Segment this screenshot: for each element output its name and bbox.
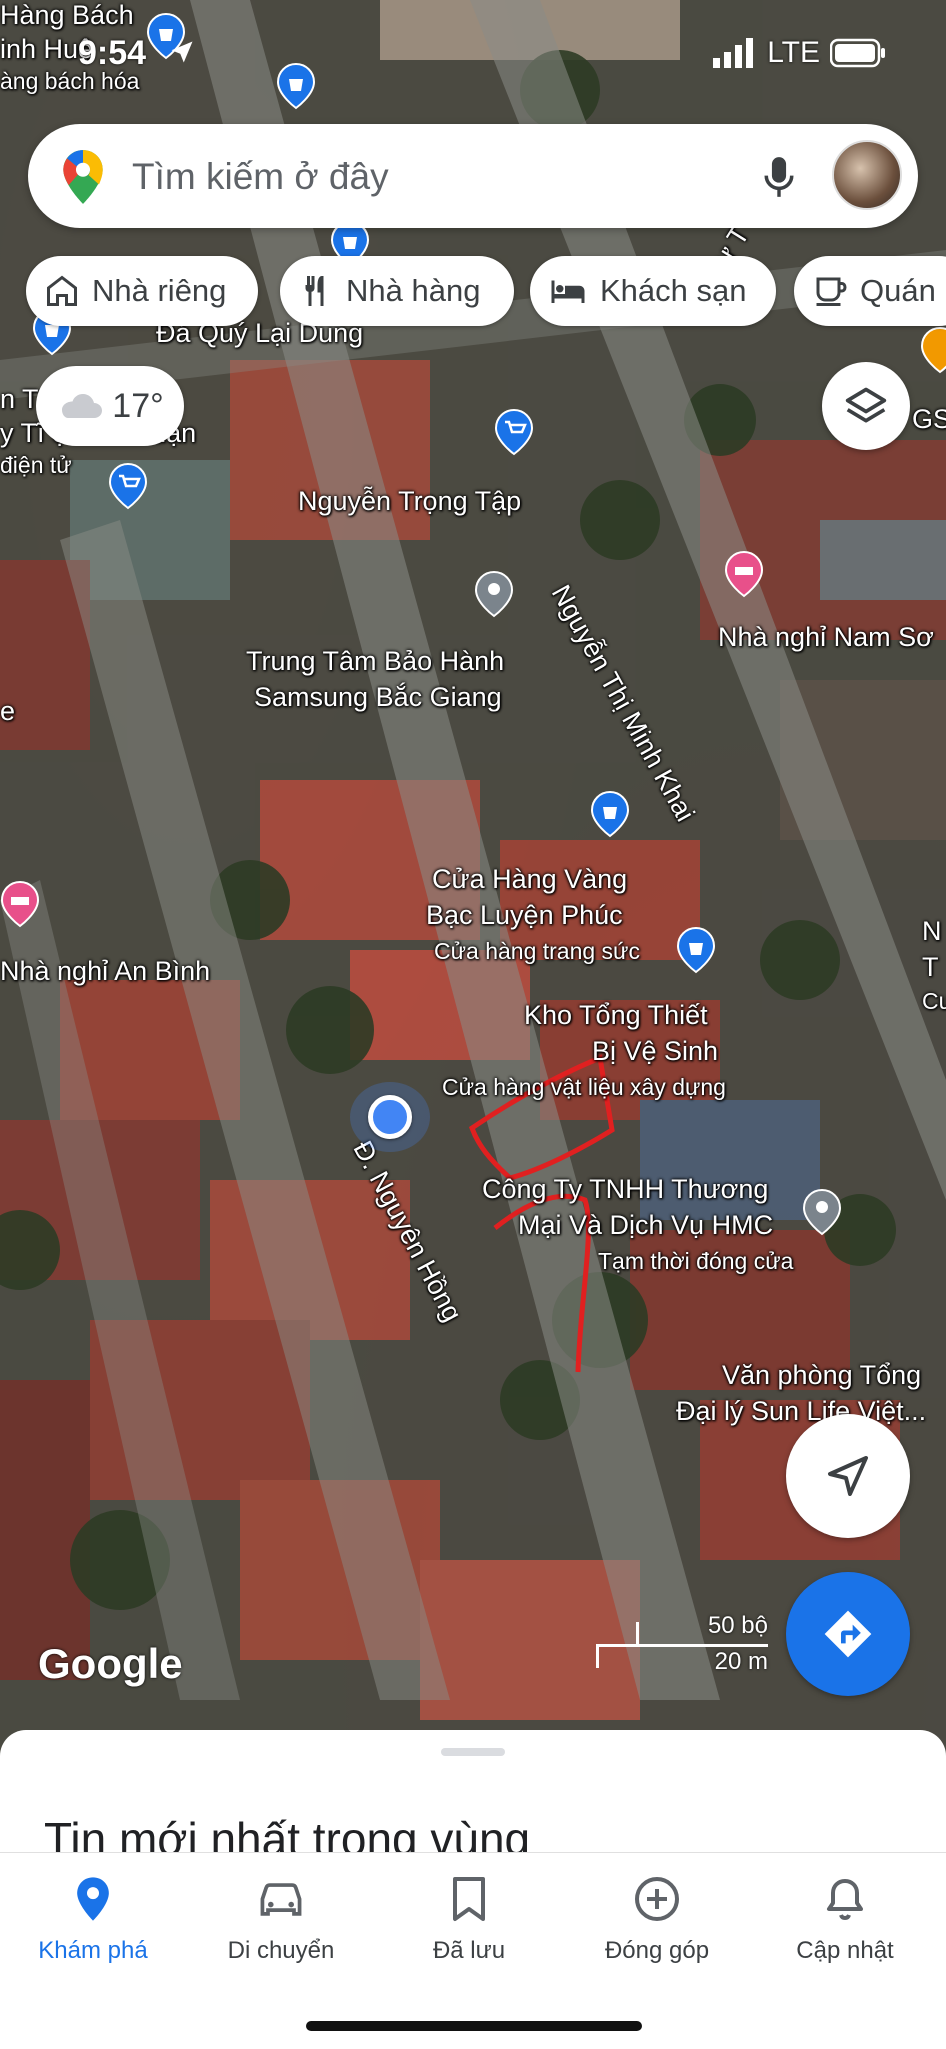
map-label[interactable]: Cửa Hàng Vàng bbox=[432, 864, 627, 895]
nav-label: Đã lưu bbox=[432, 1937, 506, 1964]
nav-commute[interactable]: Di chuyển bbox=[186, 1875, 376, 1965]
map-label[interactable]: GS bbox=[912, 404, 946, 435]
status-time: 9:54 bbox=[78, 34, 147, 72]
map-label[interactable]: điện tử bbox=[0, 452, 72, 479]
chip-label: Nhà hàng bbox=[346, 273, 481, 308]
sheet-drag-handle[interactable] bbox=[441, 1748, 505, 1756]
hotel-icon bbox=[551, 280, 585, 303]
nav-label: Đóng góp bbox=[604, 1937, 710, 1964]
cloud-icon bbox=[62, 394, 103, 418]
cart-pin-icon[interactable] bbox=[108, 462, 148, 510]
scale-metric: 20 m bbox=[714, 1648, 768, 1675]
map-label[interactable]: Nhà nghỉ An Bình bbox=[0, 956, 210, 987]
place-pin-icon[interactable] bbox=[474, 570, 514, 618]
bottom-navigation: Khám phá Di chuyển Đã lưu Đóng góp Cập n… bbox=[0, 1852, 946, 2049]
layers-button[interactable] bbox=[822, 362, 910, 450]
maps-logo-icon bbox=[63, 150, 103, 204]
map-label[interactable]: n T bbox=[0, 384, 39, 415]
map-label[interactable]: e bbox=[0, 696, 15, 727]
home-indicator bbox=[306, 2021, 642, 2031]
map-label[interactable]: Samsung Bắc Giang bbox=[254, 682, 502, 713]
map-label[interactable]: Nguyễn Trọng Tập bbox=[298, 486, 521, 517]
nav-updates[interactable]: Cập nhật bbox=[750, 1875, 940, 1965]
layers-icon bbox=[845, 387, 887, 423]
nav-label: Di chuyển bbox=[227, 1937, 335, 1964]
chip-restaurants[interactable]: Nhà hàng bbox=[280, 256, 514, 326]
map-label[interactable]: Nhà nghỉ Nam Sơ bbox=[718, 622, 934, 653]
map-label[interactable]: Cửa hàng vật liệu xây dựng bbox=[442, 1074, 726, 1101]
nav-saved[interactable]: Đã lưu bbox=[374, 1875, 564, 1965]
my-location-button[interactable] bbox=[786, 1414, 910, 1538]
map-label[interactable]: Tạm thời đóng cửa bbox=[598, 1248, 793, 1275]
scale-imperial: 50 bộ bbox=[707, 1612, 768, 1639]
chip-hotels[interactable]: Khách sạn bbox=[530, 256, 776, 326]
status-bar: 9:54 LTE bbox=[0, 0, 946, 110]
map-label[interactable]: Bị Vệ Sinh bbox=[592, 1036, 718, 1067]
microphone-icon[interactable] bbox=[762, 154, 796, 200]
restaurant-icon bbox=[305, 276, 324, 306]
map-label[interactable]: Mại Và Dịch Vụ HMC bbox=[518, 1210, 773, 1241]
map-label[interactable]: Trung Tâm Bảo Hành bbox=[246, 646, 504, 677]
map-label[interactable]: Đại lý Sun Life Việt... bbox=[676, 1396, 926, 1427]
avatar[interactable] bbox=[832, 140, 902, 210]
map-label[interactable]: Cu bbox=[922, 988, 946, 1015]
search-bar[interactable]: Tìm kiếm ở đây bbox=[28, 124, 918, 228]
chip-label: Nhà riêng bbox=[92, 273, 227, 308]
car-icon bbox=[260, 1883, 302, 1916]
signal-icon bbox=[713, 38, 754, 68]
bell-icon bbox=[827, 1879, 863, 1921]
weather-badge[interactable]: 17° bbox=[36, 366, 184, 446]
nav-label: Cập nhật bbox=[796, 1937, 894, 1964]
map-label[interactable]: Bạc Luyện Phúc bbox=[426, 900, 623, 931]
temperature: 17° bbox=[112, 386, 164, 425]
network-type: LTE bbox=[767, 36, 820, 69]
map-label[interactable]: Kho Tổng Thiết bbox=[524, 1000, 708, 1031]
google-logo: Google bbox=[38, 1640, 183, 1687]
map-label[interactable]: Công Ty TNHH Thương bbox=[482, 1174, 768, 1205]
current-location-dot bbox=[350, 1082, 430, 1152]
shopping-pin-icon[interactable] bbox=[590, 790, 630, 838]
map-label[interactable]: T bbox=[922, 952, 939, 983]
map-label[interactable]: N bbox=[922, 916, 942, 947]
directions-icon bbox=[824, 1610, 872, 1658]
shopping-pin-icon[interactable] bbox=[676, 926, 716, 974]
cafe-pin-icon[interactable] bbox=[920, 326, 946, 374]
hotel-pin-icon[interactable] bbox=[724, 550, 764, 598]
home-icon bbox=[47, 275, 77, 306]
add-circle-icon bbox=[635, 1877, 679, 1921]
map-label[interactable]: Cửa hàng trang sức bbox=[434, 938, 640, 965]
cafe-icon bbox=[816, 277, 847, 306]
location-pin-icon bbox=[77, 1877, 109, 1921]
navigation-arrow-icon bbox=[828, 1456, 868, 1496]
nav-contribute[interactable]: Đóng góp bbox=[562, 1875, 752, 1965]
scale-bar: 50 bộ 20 m bbox=[596, 1612, 768, 1678]
chip-label: Khách sạn bbox=[600, 273, 747, 308]
location-arrow-icon bbox=[171, 41, 193, 63]
nav-explore[interactable]: Khám phá bbox=[0, 1875, 188, 1965]
nav-label: Khám phá bbox=[38, 1937, 148, 1964]
chip-label: Quán bbox=[860, 273, 936, 308]
search-input[interactable]: Tìm kiếm ở đây bbox=[132, 156, 389, 198]
hotel-pin-icon[interactable] bbox=[0, 880, 40, 928]
directions-button[interactable] bbox=[786, 1572, 910, 1696]
chip-home[interactable]: Nhà riêng bbox=[26, 256, 258, 326]
place-pin-icon[interactable] bbox=[802, 1188, 842, 1236]
battery-icon bbox=[830, 38, 885, 68]
chip-cafes[interactable]: Quán bbox=[794, 256, 946, 326]
map-label[interactable]: Văn phòng Tổng bbox=[722, 1360, 921, 1391]
bookmark-icon bbox=[453, 1877, 485, 1921]
cart-pin-icon[interactable] bbox=[494, 408, 534, 456]
